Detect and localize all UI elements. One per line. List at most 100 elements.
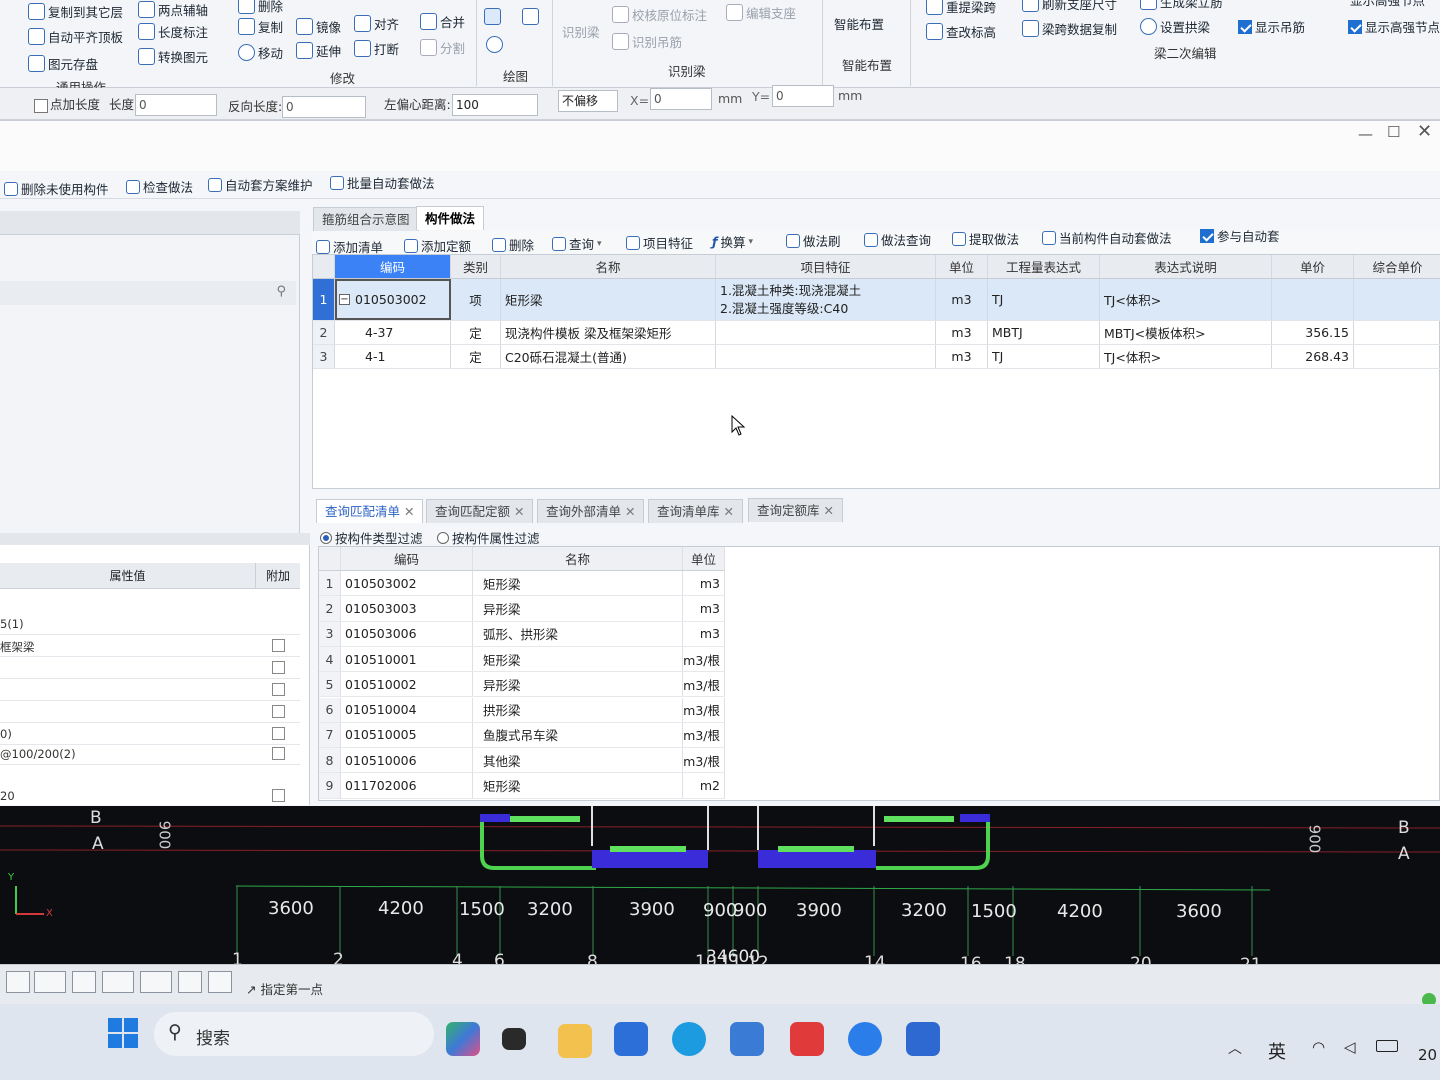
angle-icon[interactable]: [102, 971, 134, 993]
delete-ribbon-button[interactable]: 删除: [238, 0, 283, 15]
unit-cell[interactable]: m3/根: [683, 672, 725, 697]
col-code[interactable]: 编码: [335, 255, 451, 278]
feature-cell[interactable]: [716, 321, 936, 344]
extend-button[interactable]: 延伸: [296, 41, 341, 60]
windows-start-icon[interactable]: [108, 1018, 138, 1048]
col-type[interactable]: 类别: [451, 255, 501, 278]
property-row[interactable]: 20: [0, 785, 300, 807]
wps-icon[interactable]: [790, 1022, 824, 1056]
unit-cell[interactable]: m3/根: [683, 722, 725, 748]
code-cell[interactable]: 010510002: [341, 672, 473, 697]
tab-query-external-list[interactable]: 查询外部清单 ✕: [537, 499, 645, 523]
name-cell[interactable]: 其他梁: [473, 748, 683, 773]
reverse-length-input[interactable]: 0: [282, 96, 366, 118]
line-draw-button[interactable]: [484, 8, 501, 25]
feature-cell[interactable]: 1.混凝土种类:现浇混凝土 2.混凝土强度等级:C40: [716, 279, 936, 320]
search-box[interactable]: ⚲: [0, 281, 296, 305]
check-elev-button[interactable]: 查改标高: [926, 22, 996, 41]
code-cell[interactable]: 010503002: [341, 571, 473, 596]
copilot-icon[interactable]: [446, 1022, 480, 1056]
length-input[interactable]: 0: [135, 94, 217, 116]
show-hanger-checkbox[interactable]: 显示吊筋: [1238, 17, 1305, 36]
unit-cell[interactable]: m3/根: [683, 646, 725, 672]
price-cell[interactable]: 268.43: [1272, 345, 1354, 368]
name-cell[interactable]: 异形梁: [473, 596, 683, 621]
code-cell[interactable]: 010510004: [341, 697, 473, 722]
auto-scheme-button[interactable]: 自动套方案维护: [208, 175, 313, 194]
expr-cell[interactable]: TJ: [988, 345, 1100, 368]
minimize-icon[interactable]: —: [1358, 125, 1373, 143]
maximize-icon[interactable]: ☐: [1387, 123, 1400, 141]
type-cell[interactable]: 定: [451, 345, 501, 368]
collapse-icon[interactable]: −: [339, 294, 350, 305]
name-cell[interactable]: 矩形梁: [501, 279, 716, 320]
property-row[interactable]: [0, 701, 300, 723]
convert-element-button[interactable]: 转换图元: [138, 47, 208, 66]
col-code[interactable]: 编码: [341, 547, 473, 570]
attach-checkbox[interactable]: [272, 661, 285, 674]
total-price-cell[interactable]: [1354, 279, 1440, 320]
attach-checkbox[interactable]: [272, 705, 285, 718]
offset-mode-select[interactable]: 不偏移: [558, 90, 618, 112]
tab-query-quota-library[interactable]: 查询定额库 ✕: [748, 498, 843, 522]
unit-cell[interactable]: m3/根: [683, 697, 725, 722]
trace-icon[interactable]: [208, 971, 232, 993]
unit-cell[interactable]: m3: [683, 621, 725, 646]
table-row[interactable]: 1 −010503002 项 矩形梁 1.混凝土种类:现浇混凝土 2.混凝土强度…: [313, 279, 1440, 321]
tab-component-method[interactable]: 构件做法: [416, 206, 485, 230]
length-label-button[interactable]: 长度标注: [138, 22, 208, 41]
ortho-icon[interactable]: [6, 971, 30, 993]
col-expr[interactable]: 工程量表达式: [988, 255, 1100, 278]
price-cell[interactable]: [1272, 279, 1354, 320]
attach-checkbox[interactable]: [272, 727, 285, 740]
copy-to-layer-button[interactable]: 复制到其它层: [28, 2, 123, 21]
unit-cell[interactable]: m3: [936, 279, 988, 320]
y-input[interactable]: 0: [772, 85, 834, 107]
table-row[interactable]: 5 010510002 异形梁 m3/根: [319, 672, 725, 698]
check-method-button[interactable]: 检查做法: [126, 177, 193, 196]
name-cell[interactable]: 矩形梁: [473, 571, 683, 596]
offset-input[interactable]: 100: [452, 94, 538, 116]
tab-query-match-list[interactable]: 查询匹配清单 ✕: [316, 499, 424, 523]
unit-cell[interactable]: m3/根: [683, 748, 725, 773]
point-length-checkbox[interactable]: [34, 99, 48, 113]
col-total-price[interactable]: 综合单价: [1354, 255, 1440, 278]
property-row[interactable]: @100/200(2): [0, 743, 300, 765]
align-top-button[interactable]: 自动平齐顶板: [28, 27, 123, 46]
code-cell[interactable]: 010503003: [341, 596, 473, 621]
item-feature-button[interactable]: 项目特征: [626, 233, 693, 252]
unit-cell[interactable]: m3: [683, 571, 725, 596]
expr-cell[interactable]: TJ: [988, 279, 1100, 320]
extract-method-button[interactable]: 提取做法: [952, 229, 1019, 248]
code-cell[interactable]: 4-1: [335, 345, 451, 368]
chevron-up-icon[interactable]: ︿: [1228, 1038, 1242, 1058]
expr-desc-cell[interactable]: MBTJ<模板体积>: [1100, 321, 1272, 344]
smart-layout-button[interactable]: 智能布置: [834, 14, 884, 33]
code-cell[interactable]: 010510006: [341, 748, 473, 773]
type-cell[interactable]: 定: [451, 321, 501, 344]
expr-cell[interactable]: MBTJ: [988, 321, 1100, 344]
show-highstrength-checkbox[interactable]: 显示高强节点: [1350, 0, 1425, 9]
name-cell[interactable]: 矩形梁: [473, 773, 683, 798]
snap-icon[interactable]: [34, 971, 66, 993]
table-row[interactable]: 3 4-1 定 C20砾石混凝土(普通) m3 TJ TJ<体积> 268.43: [313, 345, 1440, 369]
cad-canvas[interactable]: B A B A 900 900 Y X 3600 4200 1500 3200 3900…: [0, 806, 1440, 964]
expr-desc-cell[interactable]: TJ<体积>: [1100, 345, 1272, 368]
code-cell[interactable]: 010510005: [341, 722, 473, 748]
total-price-cell[interactable]: [1354, 321, 1440, 344]
col-unit[interactable]: 单位: [683, 547, 725, 570]
col-feature[interactable]: 项目特征: [716, 255, 936, 278]
property-row[interactable]: [0, 657, 300, 679]
name-cell[interactable]: 弧形、拱形梁: [473, 621, 683, 646]
cross-copy-button[interactable]: 梁跨数据复制: [1022, 19, 1117, 38]
code-cell[interactable]: 010503006: [341, 621, 473, 646]
x-input[interactable]: 0: [650, 88, 712, 110]
gen-beam-button[interactable]: 生成梁立筋: [1140, 0, 1223, 11]
col-expr-desc[interactable]: 表达式说明: [1100, 255, 1272, 278]
beam-edit-group[interactable]: 梁二次编辑: [1154, 43, 1217, 62]
table-row[interactable]: 9 011702006 矩形梁 m2: [319, 773, 725, 799]
code-cell[interactable]: 4-37: [335, 321, 451, 344]
feature-cell[interactable]: [716, 345, 936, 368]
merge-button[interactable]: 合并: [420, 12, 465, 31]
property-row[interactable]: 0): [0, 723, 300, 745]
